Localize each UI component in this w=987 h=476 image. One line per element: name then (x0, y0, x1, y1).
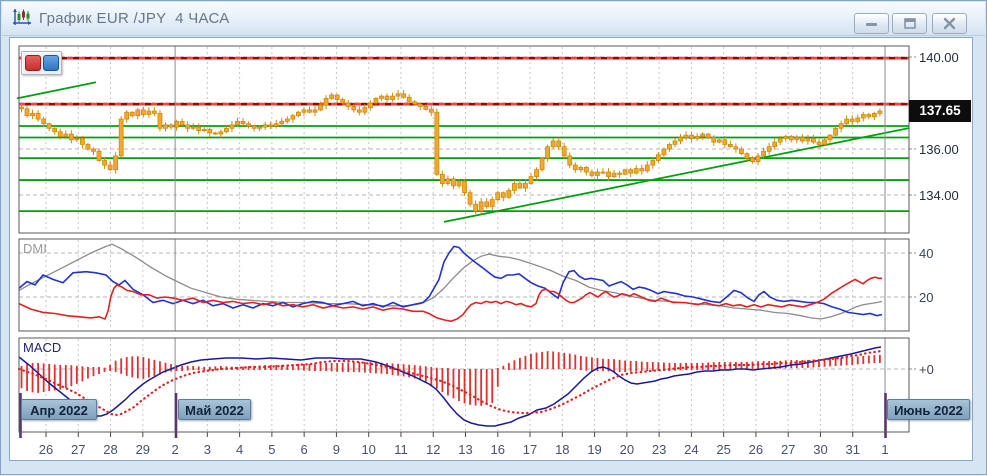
price-scale-label: 134.00 (919, 188, 959, 203)
current-price-badge: 137.65 (909, 100, 971, 122)
month-label-may: Май 2022 (178, 399, 251, 420)
red-marker-button[interactable] (25, 55, 41, 71)
macd-panel-label: MACD (23, 340, 62, 355)
x-axis-day-label: 12 (425, 442, 441, 457)
dmi-panel-label: DMI (23, 241, 47, 256)
dmi-scale-label: 20 (919, 290, 934, 305)
x-axis-day-label: 31 (845, 442, 860, 457)
x-axis-day-label: 25 (716, 442, 731, 457)
x-axis-day-label: 20 (619, 442, 635, 457)
x-axis-day-label: 3 (203, 442, 211, 457)
x-axis-day-label: 24 (684, 442, 699, 457)
price-scale-label: 140.00 (919, 50, 959, 65)
chart-window: График EUR /JPY 4 ЧАСА 140.00 136.00 134.0… (0, 0, 987, 475)
x-axis-day-label: 26 (38, 442, 54, 457)
blue-marker-button[interactable] (43, 55, 59, 71)
x-axis-day-label: 26 (748, 442, 764, 457)
x-axis-day-label: 11 (394, 442, 408, 457)
x-axis-day-label: 9 (332, 442, 341, 457)
x-axis-day-label: 30 (813, 442, 828, 457)
x-axis-day-label: 17 (522, 442, 538, 457)
month-label-april: Апр 2022 (21, 399, 97, 420)
price-scale-label: 136.00 (919, 142, 959, 157)
x-axis-day-label: 13 (458, 442, 473, 457)
x-axis-day-label: 27 (71, 442, 86, 457)
dmi-scale-label: 40 (919, 246, 934, 261)
x-axis-day-label: 27 (780, 442, 796, 457)
x-axis-day-label: 10 (361, 442, 376, 457)
x-axis-day-label: 5 (268, 442, 276, 457)
x-axis-day-label: 23 (651, 442, 667, 457)
x-axis-day-label: 2 (171, 442, 179, 457)
month-label-june: Июнь 2022 (887, 399, 970, 420)
x-axis-day-label: 4 (235, 442, 244, 457)
macd-scale-label: +0 (919, 362, 934, 377)
x-axis-day-label: 6 (300, 442, 308, 457)
marker-toolbar (21, 51, 62, 75)
x-axis-day-label: 29 (135, 442, 151, 457)
x-axis-day-label: 18 (555, 442, 570, 457)
x-axis-day-label: 19 (587, 442, 602, 457)
x-axis-day-label: 1 (881, 442, 889, 457)
x-axis-day-label: 16 (490, 442, 505, 457)
x-axis-day-label: 28 (103, 442, 118, 457)
